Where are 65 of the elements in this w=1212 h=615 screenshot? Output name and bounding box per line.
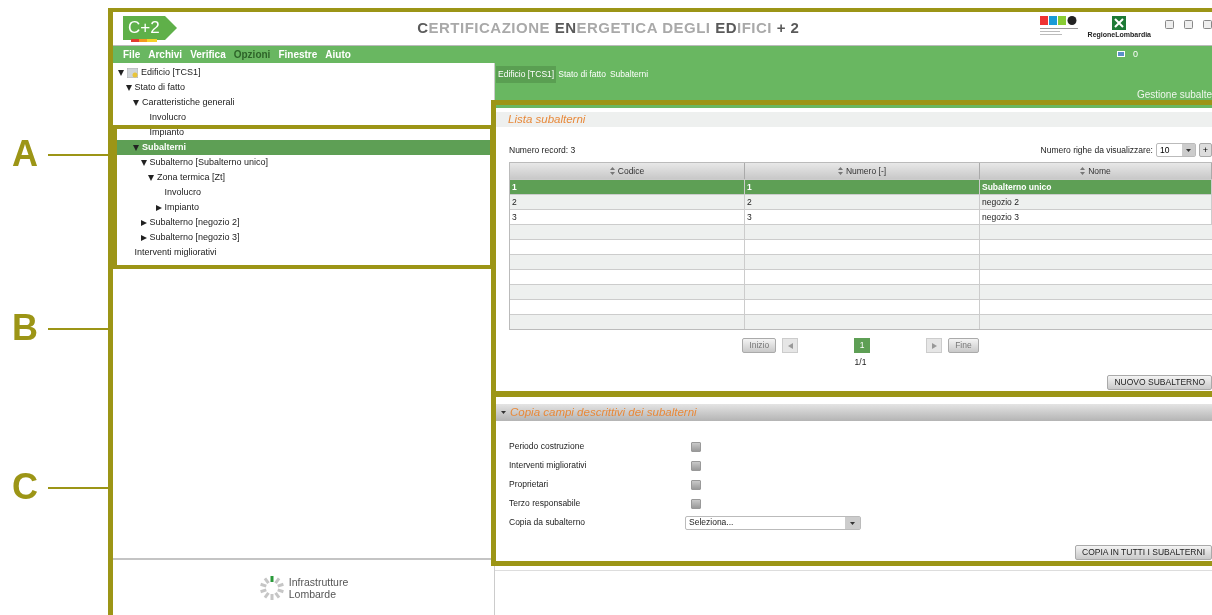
spinner-logo-icon (258, 574, 285, 601)
select-field[interactable]: Seleziona... (685, 515, 861, 530)
panel-title: Lista subalterni (508, 111, 586, 127)
building-icon (127, 67, 138, 78)
collapse-arrow-icon[interactable] (140, 234, 147, 241)
message-icon[interactable] (1117, 51, 1125, 58)
sort-icon (1080, 167, 1086, 175)
field-label: Proprietari (509, 478, 550, 491)
collapse-arrow-icon[interactable] (155, 204, 162, 211)
maximize-icon[interactable] (1184, 20, 1193, 29)
checkbox[interactable] (691, 498, 701, 509)
tree-item[interactable]: Edificio [TCS1] (113, 65, 494, 80)
expand-arrow-icon[interactable] (148, 174, 154, 181)
table-row[interactable]: 2 2 negozio 2 (510, 194, 1212, 209)
copy-all-button[interactable]: COPIA IN TUTTI I SUBALTERNI (1075, 545, 1212, 560)
new-subalterno-button[interactable]: NUOVO SUBALTERNO (1107, 374, 1212, 390)
previous-page-button[interactable] (782, 338, 799, 353)
last-page-button[interactable]: Fine (948, 338, 979, 353)
collapse-arrow-icon[interactable] (140, 219, 147, 226)
table-row[interactable]: 3 3 negozio 3 (510, 209, 1212, 224)
checkbox[interactable] (691, 479, 701, 490)
page-info: 1/1 (854, 356, 867, 369)
tree-item[interactable]: Stato di fatto (113, 80, 494, 95)
sort-icon (837, 167, 843, 175)
add-button[interactable]: + (1199, 143, 1212, 157)
close-icon[interactable] (1203, 20, 1212, 29)
field-label: Interventi migliorativi (509, 459, 588, 472)
first-page-button[interactable]: Inizio (742, 338, 777, 353)
annotation-label: A (12, 136, 38, 172)
expand-arrow-icon[interactable] (125, 84, 132, 91)
minimize-icon[interactable] (1165, 20, 1174, 29)
message-count: 0 (1133, 47, 1138, 61)
rows-label: Numero righe da visualizzare: (1040, 143, 1153, 157)
region-logo-icon (1112, 16, 1127, 31)
tree-item[interactable]: Caratteristiche generali (113, 95, 494, 110)
tree-item[interactable]: Involucro (113, 185, 494, 200)
field-label: Terzo responsabile (509, 497, 582, 510)
tree-item[interactable]: Subalterno [Subalterno unico] (113, 155, 494, 170)
tree-item[interactable]: Interventi migliorativi (113, 245, 494, 260)
annotation-label: B (12, 310, 38, 346)
logo-text: C+2 (128, 17, 160, 38)
tree-item[interactable]: Subalterno [negozio 3] (113, 230, 494, 245)
panel-title: Copia campi descrittivi dei subalterni (510, 404, 697, 420)
rows-select[interactable]: 10 (1156, 143, 1196, 157)
expand-arrow-icon[interactable] (140, 159, 147, 166)
right-arrow-icon (931, 342, 937, 349)
tree-item[interactable]: Impianto (113, 200, 494, 215)
tree-item[interactable]: Zona termica [Zt] (113, 170, 494, 185)
app-title: CERTIFICAZIONE ENERGETICA DEGLI EDIFICI + 2 (417, 18, 800, 39)
tree-item[interactable]: Subalterno [negozio 2] (113, 215, 494, 230)
record-count: Numero record: 3 (509, 143, 576, 157)
tree-item[interactable]: Impianto (113, 125, 494, 140)
expand-arrow-icon[interactable] (118, 69, 124, 76)
tree-item[interactable]: Involucro (113, 110, 494, 125)
page-title: Gestione subalte (1136, 88, 1212, 102)
next-page-button[interactable] (926, 338, 943, 353)
sort-icon (609, 167, 615, 175)
left-arrow-icon (787, 342, 793, 349)
annotation-label: C (12, 469, 38, 505)
checkbox[interactable] (691, 460, 701, 471)
logo-badge-icon (123, 15, 177, 42)
expand-arrow-icon[interactable] (133, 99, 139, 106)
footer-logo-text: Infrastrutture Lombarde (288, 575, 349, 600)
field-label: Periodo costruzione (509, 440, 586, 453)
checkbox[interactable] (691, 441, 701, 452)
